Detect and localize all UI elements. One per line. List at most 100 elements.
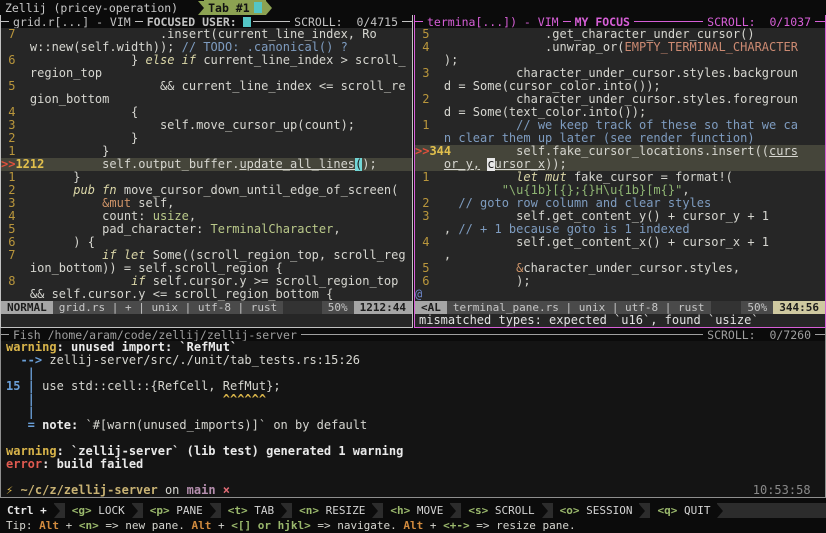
text-segment: self.move_cursor_up(count); (44, 119, 355, 132)
text-segment: 6 (415, 275, 458, 288)
tab-1[interactable]: Tab #1 (204, 0, 266, 15)
keybind-scroll[interactable]: <s> SCROLL (461, 503, 541, 518)
line[interactable]: ion_bottom)) = self.scroll_region { (1, 262, 412, 275)
line[interactable]: 4 .unwrap_or(EMPTY_TERMINAL_CHARACTER (415, 41, 825, 54)
separator-arrow-icon (210, 504, 216, 518)
text-segment: 8 (1, 275, 44, 288)
keybind-tab[interactable]: <t> TAB (221, 503, 281, 518)
line: | ^^^^^^ (1, 393, 825, 406)
text-segment: 1212 (15, 158, 44, 171)
text-segment: | (6, 406, 35, 419)
pane-terminal-pane-rs[interactable]: termina[...]) - VIM MY FOCUS SCROLL: 0/1… (414, 15, 826, 328)
line[interactable]: 6 ) { (1, 236, 412, 249)
line[interactable]: && self.cursor.y <= scroll_region_bottom… (1, 288, 412, 301)
line[interactable]: or_y, cursor_x)); (415, 158, 825, 171)
line: | (1, 367, 825, 380)
line[interactable]: 4 { (1, 106, 412, 119)
line[interactable]: 3 self.get_content_y() + cursor_y + 1 (415, 210, 825, 223)
keybind-quit[interactable]: <q> QUIT (650, 503, 717, 518)
keybind-session[interactable]: <o> SESSION (553, 503, 640, 518)
line[interactable]: 3 &mut self, (1, 197, 412, 210)
line[interactable]: n clear them up later (see render functi… (415, 132, 825, 145)
text-segment: 4 (415, 41, 458, 54)
text-segment: pad_character: (44, 223, 210, 236)
code-lines[interactable]: 7 .insert(current_line_index, Ro w::new(… (1, 28, 412, 301)
text-segment: character_under_cursor.styles, (523, 262, 740, 275)
line[interactable]: 4 self.get_content_x() + cursor_x + 1 (415, 236, 825, 249)
scroll-indicator: SCROLL: 0/7260 (703, 328, 815, 341)
line[interactable]: w::new(self.width)); // TODO: .canonical… (1, 41, 412, 54)
text-segment: 2 (415, 93, 458, 106)
line[interactable]: 1 // we keep track of these so that we c… (415, 119, 825, 132)
line[interactable]: 6 ); (415, 275, 825, 288)
text-segment: Tip: (6, 519, 39, 532)
text-segment: current_line_index > scroll_ (196, 54, 406, 67)
pane-fish-shell[interactable]: Fish /home/aram/code/zellij/zellij-serve… (0, 328, 826, 498)
text-segment: } (44, 171, 80, 184)
line[interactable]: 1 } (1, 145, 412, 158)
line[interactable]: 3 character_under_cursor.styles.backgrou… (415, 67, 825, 80)
editor-buffer[interactable]: 5 .get_character_under_cursor() 4 .unwra… (415, 28, 825, 327)
line[interactable]: 5 pad_character: TerminalCharacter, (1, 223, 412, 236)
file-info: grid.rs | + | unix | utf-8 | rust (53, 301, 284, 314)
line[interactable]: 7 if let Some((scroll_region_top, scroll… (1, 249, 412, 262)
line[interactable]: >>1212 self.output_buffer.update_all_lin… (1, 158, 412, 171)
line[interactable]: >>344 self.fake_cursor_locations.insert(… (415, 145, 825, 158)
line[interactable]: 2 character_under_cursor.styles.foregrou… (415, 93, 825, 106)
line[interactable]: gion_bottom (1, 93, 412, 106)
keybind-pane[interactable]: <p> PANE (143, 503, 210, 518)
mode-badge: <AL (415, 301, 447, 314)
line: 15 | use std::cell::{RefCell, RefMut}; (1, 380, 825, 393)
vim-echo-line: mismatched types: expected `u16`, found … (415, 314, 825, 327)
statusline-fill (711, 301, 742, 314)
text-segment (44, 197, 102, 210)
line[interactable]: 5 && current_line_index <= scroll_re (1, 80, 412, 93)
text-segment: 2 (1, 184, 44, 197)
text-segment: <n> (79, 519, 99, 532)
line[interactable]: ); (415, 54, 825, 67)
line[interactable]: 7 .insert(current_line_index, Ro (1, 28, 412, 41)
line[interactable]: , // + 1 because goto is 1 indexed (415, 223, 825, 236)
text-segment: 4 (1, 106, 44, 119)
line[interactable]: 4 count: usize, (1, 210, 412, 223)
frame-line (301, 328, 703, 341)
terminal-output[interactable]: warning: unused import: `RefMut` --> zel… (1, 341, 825, 497)
tip-bar: Tip: Alt + <n> => new pane. Alt + <[] or… (0, 518, 826, 533)
text-segment: && self.cursor.y <= scroll_region_bottom… (1, 288, 333, 301)
line[interactable]: 2 pub fn move_cursor_down_until_edge_of_… (1, 184, 412, 197)
keybind-resize[interactable]: <n> RESIZE (292, 503, 372, 518)
text-segment: gion_bottom (1, 93, 109, 106)
line[interactable]: 6 } else if current_line_index > scroll_ (1, 54, 412, 67)
line[interactable]: 2 // goto row column and clear styles (415, 197, 825, 210)
line[interactable]: 1 } (1, 171, 412, 184)
editor-buffer[interactable]: 7 .insert(current_line_index, Ro w::new(… (1, 28, 412, 327)
vim-statusline: NORMAL grid.rs | + | unix | utf-8 | rust… (1, 301, 412, 314)
line[interactable]: 1 let mut fake_cursor = format!( (415, 171, 825, 184)
code-lines[interactable]: 5 .get_character_under_cursor() 4 .unwra… (415, 28, 825, 301)
line[interactable]: 8 if self.cursor.y >= scroll_region_top (1, 275, 412, 288)
text-segment: .insert(current_line_index, Ro (44, 28, 376, 41)
line[interactable]: 3 self.move_cursor_up(count); (1, 119, 412, 132)
line[interactable]: , (415, 249, 825, 262)
line[interactable]: "\u{1b}[{};{}H\u{1b}[m{}", (415, 184, 825, 197)
line[interactable]: @ (415, 288, 825, 301)
text-segment: 7 (1, 28, 44, 41)
frame-line (415, 15, 423, 28)
keybind-move[interactable]: <h> MOVE (383, 503, 450, 518)
text-segment: ^^^^^^ (42, 393, 266, 406)
text-segment: usize (153, 210, 189, 223)
line[interactable]: region_top (1, 67, 412, 80)
text-segment (415, 158, 444, 171)
line[interactable]: 5 .get_character_under_cursor() (415, 28, 825, 41)
text-segment: 4 (1, 210, 44, 223)
line[interactable]: d = Some(text_color.into()); (415, 106, 825, 119)
pane-grid-rs[interactable]: grid.r[...] - VIM FOCUSED USER: SCROLL: … (0, 15, 413, 328)
line[interactable]: 5 &character_under_cursor.styles, (415, 262, 825, 275)
text-segment: .unwrap_or( (458, 41, 624, 54)
line[interactable]: 2 } (1, 132, 412, 145)
cursor-position: 344:56 (773, 301, 825, 314)
text-segment: ) { (44, 236, 95, 249)
key-label: RESIZE (319, 504, 365, 517)
keybind-lock[interactable]: <g> LOCK (65, 503, 132, 518)
line[interactable]: d = Some(cursor_color.into()); (415, 80, 825, 93)
